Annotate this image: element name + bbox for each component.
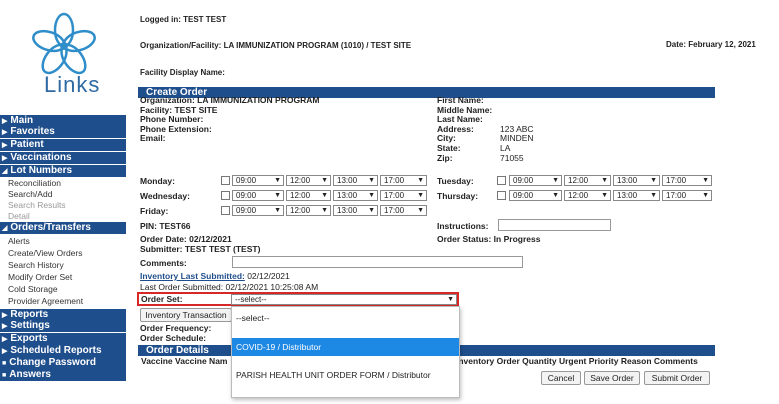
comments-input[interactable] (232, 256, 523, 268)
thursday-label: Thursday: (437, 191, 479, 201)
sidebar-item-exports[interactable]: ▶ Exports (0, 333, 126, 345)
order-set-option-parish[interactable]: PARISH HEALTH UNIT ORDER FORM / Distribu… (232, 366, 459, 384)
order-status-label: Order Status: In Progress (437, 234, 541, 244)
zip-label: Zip: (437, 153, 453, 163)
facility-display-name: Facility Display Name: (140, 68, 225, 77)
submit-order-button[interactable]: Submit Order (644, 371, 710, 385)
sidebar-link-reconciliation[interactable]: Reconciliation (8, 178, 61, 188)
sidebar-item-answers[interactable]: ■ Answers (0, 369, 126, 381)
friday-label: Friday: (140, 206, 169, 216)
monday-time-2-select[interactable]: 12:00 ▼ (286, 175, 331, 186)
tuesday-time-3-select[interactable]: 13:00 ▼ (613, 175, 660, 186)
tuesday-checkbox[interactable] (497, 176, 506, 185)
sidebar-link-search-history[interactable]: Search History (8, 260, 64, 270)
friday-time-3-select[interactable]: 13:00 ▼ (333, 205, 378, 216)
order-details-columns-left: Vaccine Vaccine Nam (141, 356, 228, 366)
monday-time-3-select[interactable]: 13:00 ▼ (333, 175, 378, 186)
thursday-time-3-select[interactable]: 13:00 ▼ (613, 190, 660, 201)
friday-time-1-select[interactable]: 09:00 ▼ (232, 205, 284, 216)
thursday-time-1-select[interactable]: 09:00 ▼ (509, 190, 562, 201)
wednesday-time-3-select[interactable]: 13:00 ▼ (333, 190, 378, 201)
logged-in-label: Logged in: TEST TEST (140, 15, 227, 24)
tuesday-label: Tuesday: (437, 176, 474, 186)
friday-checkbox[interactable] (221, 206, 230, 215)
sidebar-link-create-view-orders[interactable]: Create/View Orders (8, 248, 82, 258)
sidebar-link-modify-order-set[interactable]: Modify Order Set (8, 272, 72, 282)
tuesday-time-4-select[interactable]: 17:00 ▼ (662, 175, 712, 186)
sidebar-link-detail: Detail (8, 211, 30, 221)
comments-label: Comments: (140, 258, 187, 268)
sidebar-link-search-add[interactable]: Search/Add (8, 189, 52, 199)
thursday-time-2-select[interactable]: 12:00 ▼ (564, 190, 611, 201)
sidebar-link-provider-agreement[interactable]: Provider Agreement (8, 296, 83, 306)
monday-time-4-select[interactable]: 17:00 ▼ (380, 175, 427, 186)
order-set-label: Order Set: (141, 294, 183, 304)
tuesday-time-2-select[interactable]: 12:00 ▼ (564, 175, 611, 186)
inventory-transaction-button[interactable]: Inventory Transaction (140, 308, 232, 322)
order-set-option-covid[interactable]: COVID-19 / Distributor (232, 338, 459, 356)
order-set-dropdown-list: --select-- COVID-19 / Distributor PARISH… (231, 306, 460, 398)
sidebar-link-search-results: Search Results (8, 200, 66, 210)
sidebar-link-alerts[interactable]: Alerts (8, 236, 30, 246)
sidebar-link-cold-storage[interactable]: Cold Storage (8, 284, 58, 294)
sidebar-item-scheduled-reports[interactable]: ▶ Scheduled Reports (0, 345, 126, 357)
wednesday-checkbox[interactable] (221, 191, 230, 200)
wednesday-time-4-select[interactable]: 17:00 ▼ (380, 190, 427, 201)
friday-time-4-select[interactable]: 17:00 ▼ (380, 205, 427, 216)
inventory-last-submitted-link[interactable]: Inventory Last Submitted: (140, 271, 245, 281)
wednesday-label: Wednesday: (140, 191, 190, 201)
sidebar-item-orders-transfers[interactable]: ◢ Orders/Transfers (0, 222, 126, 234)
monday-time-1-select[interactable]: 09:00 ▼ (232, 175, 284, 186)
sidebar-item-lot-numbers[interactable]: ◢ Lot Numbers (0, 165, 126, 177)
order-set-option-select[interactable]: --select-- (232, 309, 459, 327)
org-facility-label: Organization/Facility: LA IMMUNIZATION P… (140, 41, 412, 50)
sidebar-item-vaccinations[interactable]: ▶ Vaccinations (0, 152, 126, 164)
thursday-time-4-select[interactable]: 17:00 ▼ (662, 190, 712, 201)
wednesday-time-2-select[interactable]: 12:00 ▼ (286, 190, 331, 201)
sidebar-item-patient[interactable]: ▶ Patient (0, 139, 126, 151)
instructions-label: Instructions: (437, 221, 489, 231)
order-schedule-label: Order Schedule: (140, 333, 207, 343)
sidebar-item-change-password[interactable]: ■ Change Password (0, 357, 126, 369)
cancel-button[interactable]: Cancel (541, 371, 581, 385)
instructions-input[interactable] (498, 219, 611, 231)
date-label: Date: February 12, 2021 (666, 40, 756, 49)
thursday-checkbox[interactable] (497, 191, 506, 200)
sidebar-item-favorites[interactable]: ▶ Favorites (0, 126, 126, 138)
logo-text: Links (44, 72, 101, 97)
inventory-last-submitted: Inventory Last Submitted: 02/12/2021 (140, 271, 290, 281)
friday-time-2-select[interactable]: 12:00 ▼ (286, 205, 331, 216)
zip-value: 71055 (500, 153, 524, 163)
monday-checkbox[interactable] (221, 176, 230, 185)
submitter-label: Submitter: TEST TEST (TEST) (140, 244, 261, 254)
email-label: Email: (140, 133, 166, 143)
tuesday-time-1-select[interactable]: 09:00 ▼ (509, 175, 562, 186)
order-details-columns-right: Inventory Order Quantity Urgent Priority… (456, 356, 698, 366)
save-order-button[interactable]: Save Order (584, 371, 640, 385)
order-set-select[interactable]: --select-- ▼ (231, 294, 457, 305)
sidebar-item-settings[interactable]: ▶ Settings (0, 320, 126, 332)
wednesday-time-1-select[interactable]: 09:00 ▼ (232, 190, 284, 201)
monday-label: Monday: (140, 176, 175, 186)
pin-label: PIN: TEST66 (140, 221, 191, 231)
